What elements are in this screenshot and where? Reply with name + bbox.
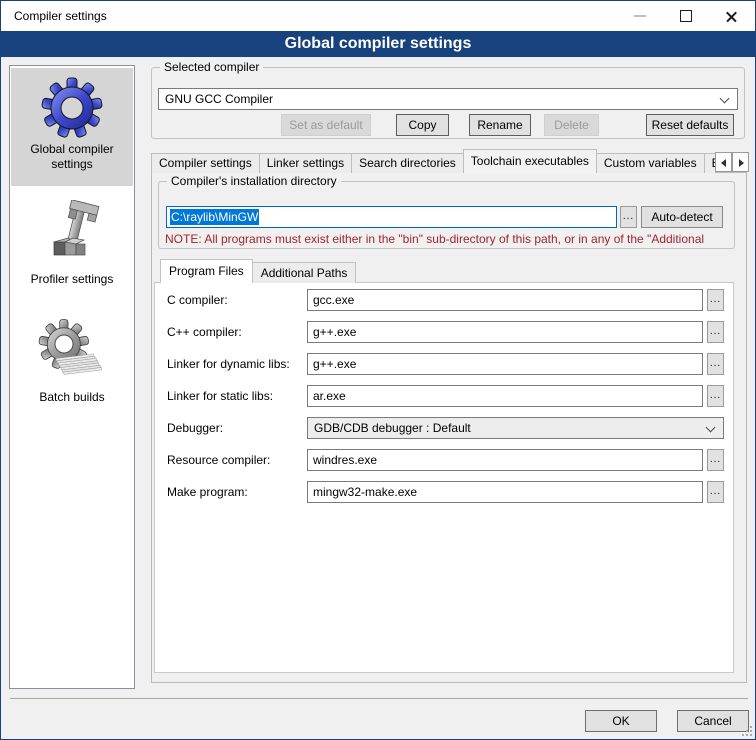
tab-linker-settings[interactable]: Linker settings — [259, 153, 352, 173]
ok-button[interactable]: OK — [585, 710, 657, 732]
footer-divider — [10, 698, 748, 699]
linker-for-dynamic-libs-input[interactable] — [307, 353, 703, 375]
minimize-icon — [634, 15, 646, 17]
installation-directory-group-label: Compiler's installation directory — [167, 174, 341, 188]
sidebar-item-label: Batch builds — [11, 390, 133, 405]
tab-compiler-settings[interactable]: Compiler settings — [151, 153, 260, 173]
field-label: Make program: — [167, 485, 248, 499]
c-compiler-browse-button[interactable]: ... — [707, 321, 724, 343]
close-icon — [725, 10, 738, 23]
field-row-debugger: Debugger: GDB/CDB debugger : Default — [155, 417, 733, 441]
rename-button[interactable]: Rename — [469, 114, 531, 136]
selected-compiler-group-label: Selected compiler — [160, 60, 263, 74]
sidebar-item-global-compiler-settings[interactable]: Global compiler settings — [11, 68, 133, 186]
field-row-resource-compiler: Resource compiler:... — [155, 449, 733, 473]
gear-blue-icon — [40, 76, 104, 140]
compiler-select-value: GNU GCC Compiler — [165, 92, 273, 106]
make-program-input[interactable] — [307, 481, 703, 503]
tab-toolchain-executables[interactable]: Toolchain executables — [463, 149, 597, 173]
c-compiler-input[interactable] — [307, 321, 703, 343]
caliper-icon — [40, 200, 104, 270]
linker-for-static-libs-browse-button[interactable]: ... — [707, 385, 724, 407]
field-row-c-compiler: C compiler:... — [155, 289, 733, 313]
sidebar-list: Global compiler settings — [9, 65, 135, 689]
field-row-linker-for-static-libs: Linker for static libs:... — [155, 385, 733, 409]
compiler-settings-window: Compiler settings Global compiler settin… — [0, 0, 756, 740]
gear-stack-icon — [37, 318, 107, 388]
arrow-left-icon — [721, 159, 726, 167]
titlebar: Compiler settings — [1, 1, 755, 31]
resource-compiler-input[interactable] — [307, 449, 703, 471]
resize-grip-icon[interactable] — [742, 726, 752, 736]
cancel-button[interactable]: Cancel — [677, 710, 749, 732]
c-compiler-input[interactable] — [307, 289, 703, 311]
arrow-right-icon — [739, 159, 744, 167]
field-row-make-program: Make program:... — [155, 481, 733, 505]
sidebar-item-profiler-settings[interactable]: Profiler settings — [11, 192, 133, 304]
minimize-button[interactable] — [623, 1, 657, 30]
field-row-c-compiler: C++ compiler:... — [155, 321, 733, 345]
tab-additional-paths[interactable]: Additional Paths — [252, 262, 357, 283]
autodetect-button[interactable]: Auto-detect — [641, 206, 723, 228]
make-program-browse-button[interactable]: ... — [707, 481, 724, 503]
resource-compiler-browse-button[interactable]: ... — [707, 449, 724, 471]
debugger-select[interactable]: GDB/CDB debugger : Default — [307, 417, 724, 439]
set-as-default-button: Set as default — [281, 114, 371, 136]
tab-program-files[interactable]: Program Files — [160, 259, 253, 283]
copy-button[interactable]: Copy — [396, 114, 449, 136]
program-files-tab-strip: Program FilesAdditional Paths — [160, 259, 355, 283]
installation-directory-input[interactable]: C:\raylib\MinGW — [166, 206, 617, 228]
linker-for-dynamic-libs-browse-button[interactable]: ... — [707, 353, 724, 375]
tab-scroll-right-button[interactable] — [732, 152, 749, 172]
select-value: GDB/CDB debugger : Default — [314, 421, 471, 435]
sidebar-item-label: Global compiler settings — [11, 142, 133, 172]
program-files-page: C compiler:...C++ compiler:...Linker for… — [154, 282, 734, 673]
field-label: Resource compiler: — [167, 453, 270, 467]
path-selected-text: C:\raylib\MinGW — [170, 209, 259, 225]
reset-defaults-button[interactable]: Reset defaults — [646, 114, 734, 136]
field-label: C compiler: — [167, 293, 228, 307]
main-tab-strip: Compiler settingsLinker settingsSearch d… — [151, 149, 715, 173]
compiler-select[interactable]: GNU GCC Compiler — [158, 88, 738, 110]
close-button[interactable] — [714, 1, 748, 30]
c-compiler-browse-button[interactable]: ... — [707, 289, 724, 311]
field-label: C++ compiler: — [167, 325, 242, 339]
field-label: Debugger: — [167, 421, 223, 435]
maximize-button[interactable] — [669, 1, 703, 30]
chevron-down-icon — [720, 94, 730, 104]
field-label: Linker for dynamic libs: — [167, 357, 290, 371]
tab-build[interactable]: Build — [704, 153, 715, 173]
dialog-header: Global compiler settings — [1, 31, 755, 57]
sidebar-item-batch-builds[interactable]: Batch builds — [11, 310, 133, 422]
sidebar-item-label: Profiler settings — [11, 272, 133, 287]
tab-scroll-left-button[interactable] — [715, 152, 732, 172]
installation-directory-browse-button[interactable]: ... — [620, 206, 637, 228]
note-text: NOTE: All programs must exist either in … — [165, 232, 732, 247]
field-label: Linker for static libs: — [167, 389, 273, 403]
linker-for-static-libs-input[interactable] — [307, 385, 703, 407]
chevron-down-icon — [706, 423, 716, 433]
field-row-linker-for-dynamic-libs: Linker for dynamic libs:... — [155, 353, 733, 377]
tab-custom-variables[interactable]: Custom variables — [596, 153, 705, 173]
maximize-icon — [680, 10, 692, 22]
delete-button: Delete — [544, 114, 599, 136]
tab-search-directories[interactable]: Search directories — [351, 153, 464, 173]
window-title: Compiler settings — [14, 1, 107, 31]
